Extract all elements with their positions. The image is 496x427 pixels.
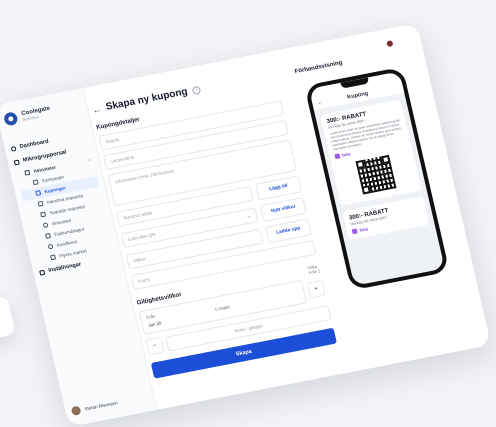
megaphone-icon (42, 222, 49, 229)
brand-logo-icon (2, 111, 19, 127)
dashboard-icon (10, 145, 17, 152)
code-placeholder: Kod:0 (137, 276, 151, 284)
minus-icon[interactable]: − (145, 336, 165, 356)
brand: Coolegate Business (2, 99, 82, 127)
qr-code-icon (355, 155, 397, 195)
avatar (70, 405, 82, 416)
add-button[interactable]: Lägg till (255, 175, 303, 201)
background-card (0, 295, 16, 345)
coupon-brand-name: Telia (341, 151, 352, 159)
chevron-down-icon: ⌄ (246, 212, 252, 220)
plus-icon[interactable]: + (306, 279, 326, 299)
bookmark-icon (45, 232, 52, 239)
flyer-icon (50, 254, 57, 261)
count-placeholder: Antal / gånger (233, 322, 263, 334)
period-days: 0 dagar (214, 304, 231, 312)
user-profile[interactable]: Stefan Rivensen (70, 398, 119, 416)
sidebar-item-label: Annonser (51, 217, 72, 227)
coupon-card: 300:- RABATT Vid köp för minst 600:- Tel… (342, 196, 430, 241)
telia-logo-icon (334, 153, 341, 160)
villkor-placeholder: Villkor (132, 256, 147, 264)
phone-screen: ← Kupong 300:- RABATT Vid köp för minst … (309, 71, 445, 286)
reply-icon (40, 211, 47, 218)
information-placeholder: Information (max 200 tecken) (114, 168, 175, 185)
phone-mockup: ← Kupong 300:- RABATT Vid köp för minst … (304, 66, 450, 291)
help-icon[interactable]: ? (191, 85, 202, 95)
campaign-icon (32, 179, 39, 186)
grid-icon (13, 159, 20, 165)
ean-placeholder: EAN eller QR (127, 231, 157, 243)
users-icon (47, 243, 54, 250)
phone-header-title: Kupong (346, 90, 369, 101)
telia-logo-icon (351, 228, 358, 235)
back-arrow-icon[interactable]: ← (91, 104, 102, 115)
inbox-icon (37, 200, 44, 207)
rabatt-placeholder: Summa rabatt (122, 210, 153, 221)
app-window: Coolegate Business Dashboard Mikrogruppo… (0, 23, 492, 427)
phone-notch (340, 77, 370, 89)
chevron-up-icon: ^ (87, 157, 92, 164)
rubrik-placeholder: Rubrik (105, 137, 120, 145)
underrubrik-placeholder: Underrubrik (109, 154, 135, 165)
tag-icon (35, 190, 42, 196)
settings-icon (39, 269, 46, 276)
period-from-label: Från (145, 313, 156, 321)
coupon-brand-name: Telia (358, 226, 369, 234)
activity-icon (24, 169, 31, 176)
period-from-value: Jan 20 (147, 320, 162, 328)
back-arrow-icon: ← (316, 99, 325, 107)
sidebar-item-label: Inställningar (47, 261, 82, 274)
coupon-card: 300:- RABATT Vid köp för minst 600:- Lor… (320, 99, 422, 207)
